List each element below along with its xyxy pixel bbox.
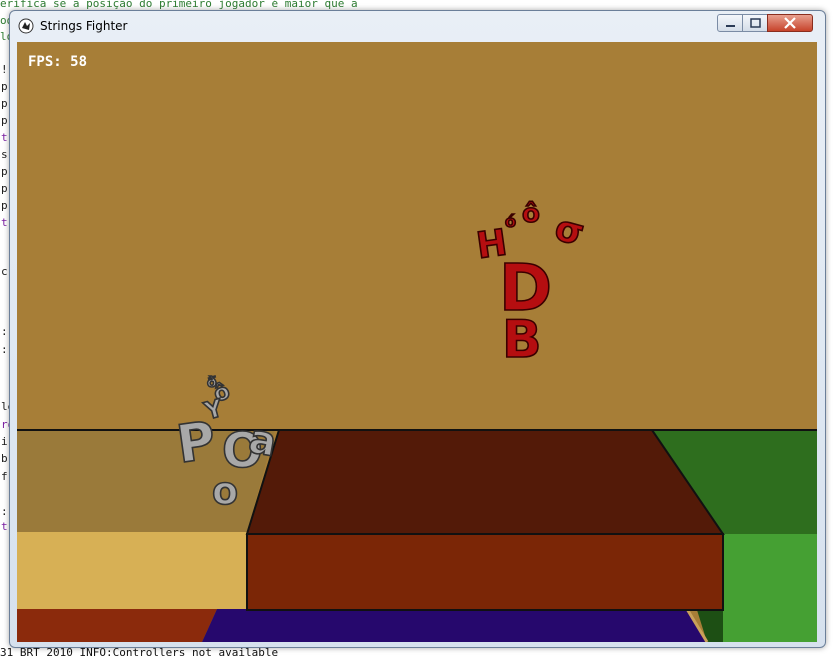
- floor-left-front: [17, 532, 247, 609]
- svg-text:ð: ð: [207, 375, 217, 391]
- editor-comment-line: erifica se a posição do primeiro jogador…: [0, 0, 358, 10]
- close-icon: [784, 17, 796, 29]
- maximize-icon: [750, 18, 761, 28]
- floor-bottom-purple: [202, 609, 707, 642]
- app-icon: [18, 18, 34, 34]
- svg-text:ó: ó: [505, 212, 516, 231]
- minimize-button[interactable]: [717, 14, 743, 32]
- maximize-button[interactable]: [742, 14, 768, 32]
- floor-bottom-red: [17, 609, 217, 642]
- game-scene: ô ð P O a o Y ô ó H σ D B: [17, 42, 817, 642]
- title-bar[interactable]: Strings Fighter: [10, 11, 825, 41]
- svg-text:B: B: [502, 310, 542, 370]
- svg-text:o: o: [212, 469, 238, 513]
- platform-front: [246, 533, 724, 611]
- window-title: Strings Fighter: [40, 19, 128, 33]
- close-button[interactable]: [767, 14, 813, 32]
- game-window: Strings Fighter ô ð P O a o Y ô ó H σ D …: [9, 10, 826, 648]
- minimize-icon: [726, 25, 735, 27]
- game-viewport[interactable]: ô ð P O a o Y ô ó H σ D B FPS: 58: [17, 42, 817, 642]
- fps-counter: FPS: 58: [28, 54, 88, 70]
- floor-right-front: [723, 534, 817, 642]
- svg-text:ô: ô: [522, 199, 540, 229]
- platform-top: [245, 429, 725, 535]
